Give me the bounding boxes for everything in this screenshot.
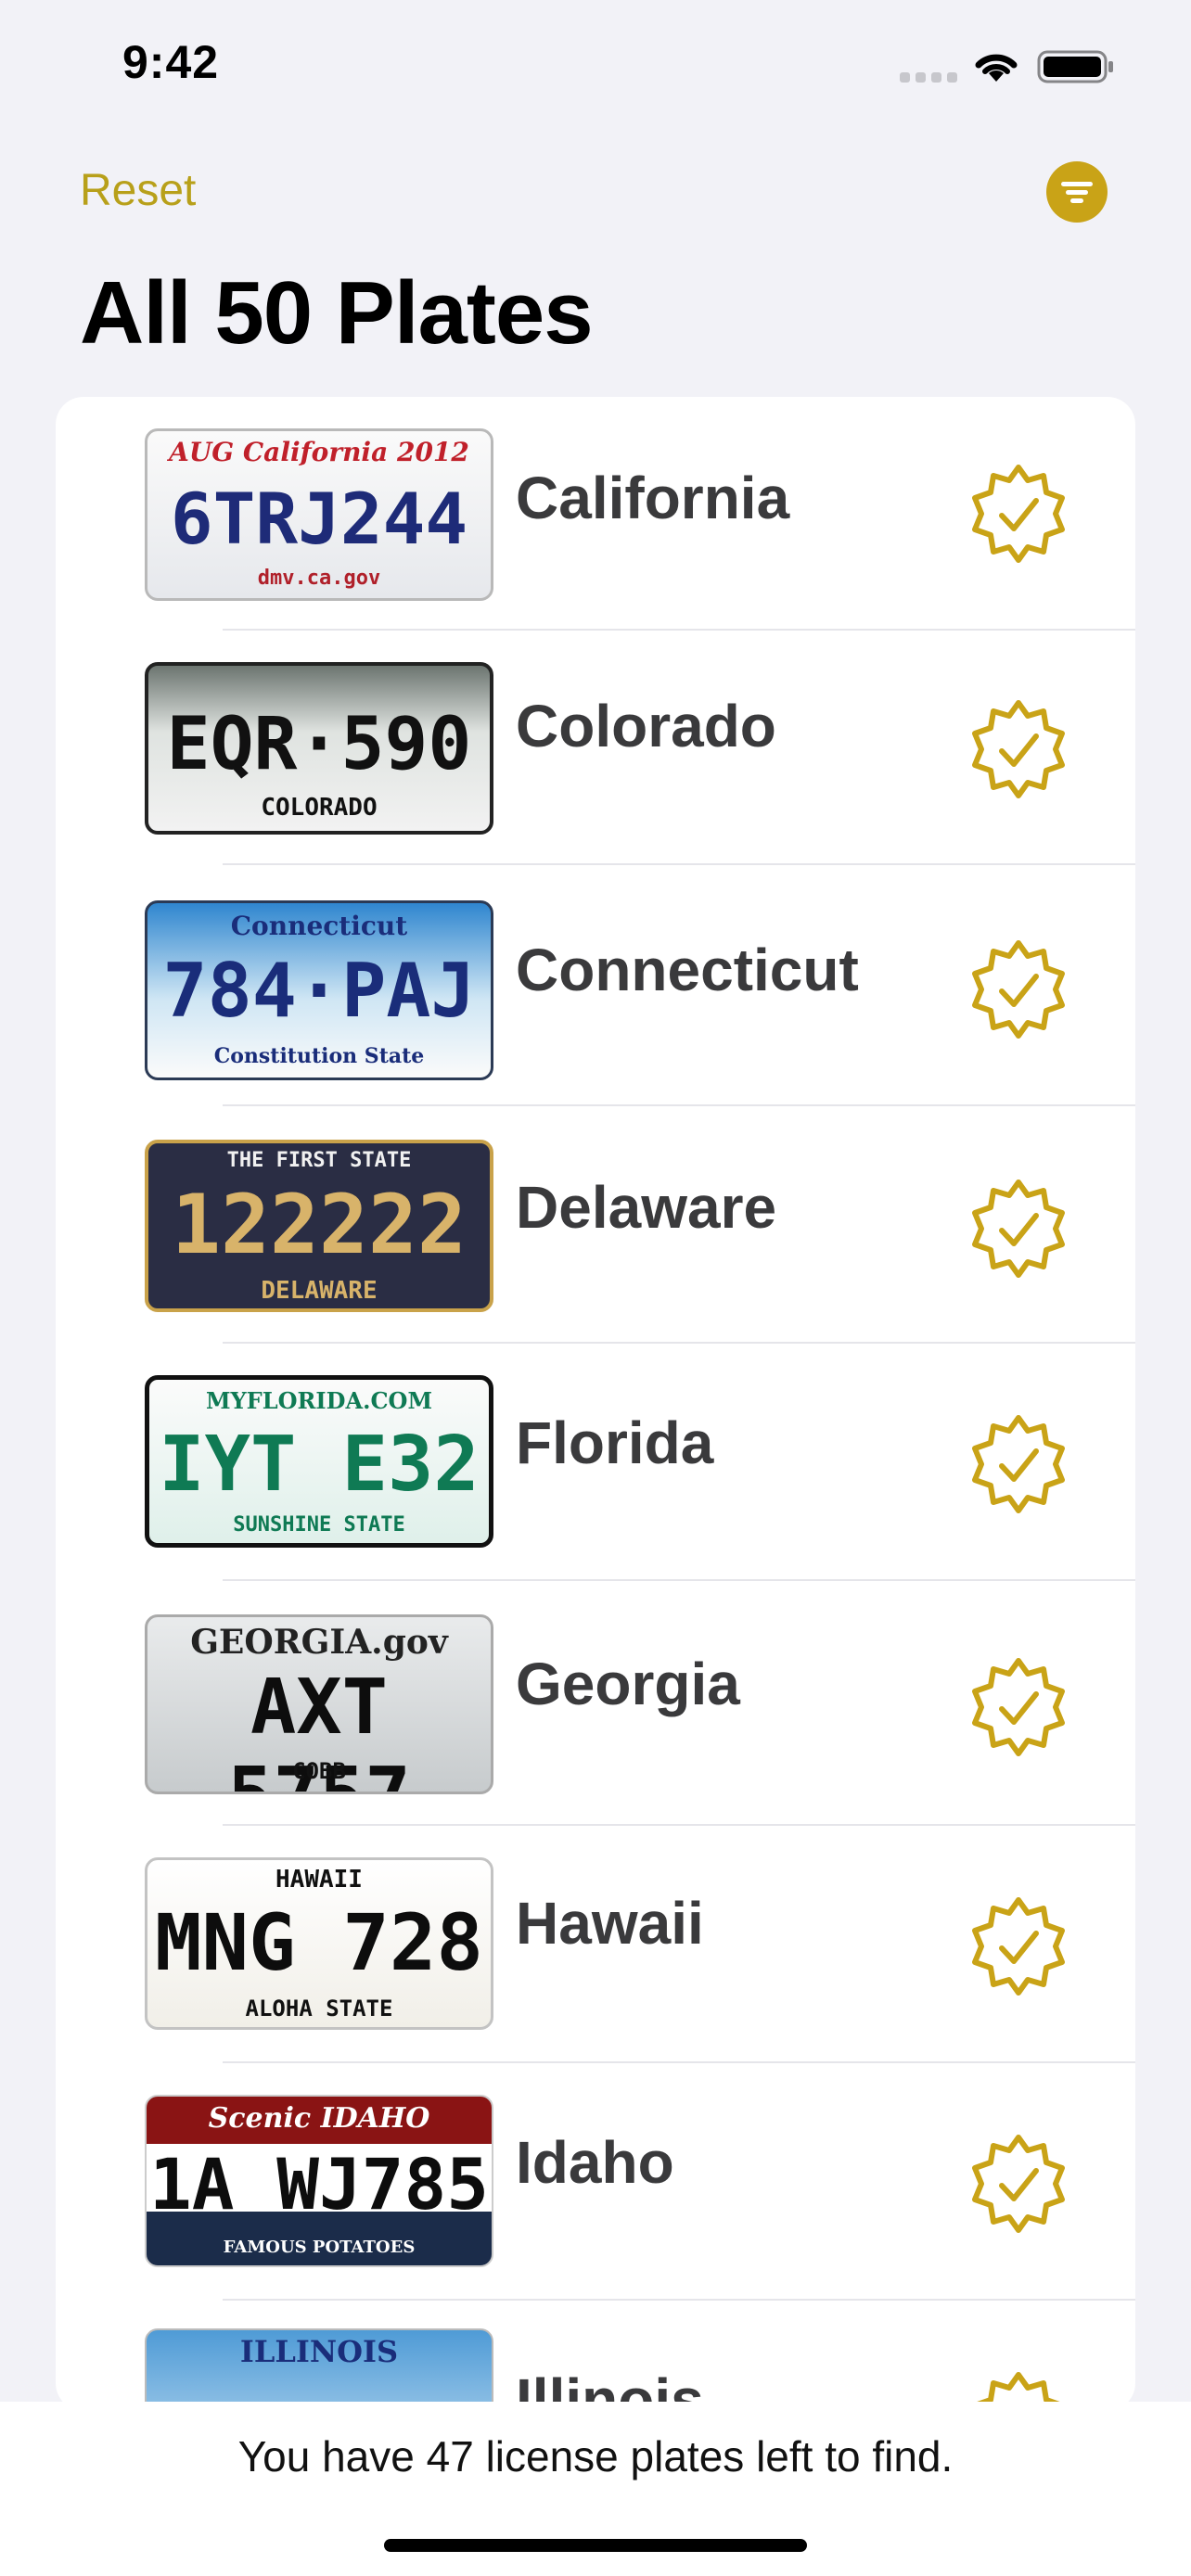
list-item[interactable]: EQR·590 COLORADO Colorado [56, 631, 1135, 865]
plate-image: Connecticut 784·PAJ Constitution State [145, 900, 493, 1080]
bottom-bar: You have 47 license plates left to find. [0, 2402, 1191, 2576]
reset-button[interactable]: Reset [80, 165, 196, 216]
checkmark-seal-icon [972, 1180, 1065, 1278]
plate-image: HAWAII MNG 728 ALOHA STATE [145, 1857, 493, 2030]
list-item[interactable]: MYFLORIDA.COM IYT E32 SUNSHINE STATE Flo… [56, 1344, 1135, 1581]
state-name: Florida [516, 1409, 714, 1476]
checkmark-seal-icon [972, 1897, 1065, 1996]
checkmark-seal-icon [972, 465, 1065, 563]
filter-icon[interactable] [1046, 161, 1108, 223]
state-name: Delaware [516, 1174, 777, 1241]
checkmark-seal-icon [972, 1415, 1065, 1513]
plate-image: MYFLORIDA.COM IYT E32 SUNSHINE STATE [145, 1375, 493, 1548]
list-item[interactable]: ILLINOIS Illinois [56, 2301, 1135, 2411]
status-bar: 9:42 [0, 0, 1191, 130]
plate-image: THE FIRST STATE 122222 DELAWARE [145, 1140, 493, 1312]
plate-image: Scenic IDAHO 1A WJ785 FAMOUS POTATOES [145, 2095, 493, 2267]
remaining-count-text: You have 47 license plates left to find. [237, 2432, 954, 2480]
list-item[interactable]: HAWAII MNG 728 ALOHA STATE Hawaii [56, 1826, 1135, 2063]
state-name: California [516, 465, 790, 531]
list-item[interactable]: THE FIRST STATE 122222 DELAWARE Delaware [56, 1106, 1135, 1344]
list-item[interactable]: Scenic IDAHO 1A WJ785 FAMOUS POTATOES Id… [56, 2063, 1135, 2301]
state-name: Connecticut [516, 937, 859, 1003]
checkmark-seal-icon [972, 2135, 1065, 2233]
state-name: Idaho [516, 2129, 674, 2196]
checkmark-seal-icon [972, 700, 1065, 798]
list-item[interactable]: GEORGIA.gov AXT 5757 COBB Georgia [56, 1581, 1135, 1826]
page-title: All 50 Plates [80, 263, 594, 363]
plate-image: EQR·590 COLORADO [145, 662, 493, 835]
state-name: Hawaii [516, 1890, 704, 1957]
state-name: Georgia [516, 1651, 740, 1717]
battery-icon [1037, 50, 1113, 83]
status-time: 9:42 [122, 36, 220, 88]
checkmark-seal-icon [972, 940, 1065, 1039]
home-indicator[interactable] [384, 2539, 807, 2552]
plate-image: AUG California 2012 6TRJ244 dmv.ca.gov [145, 428, 493, 601]
state-name: Colorado [516, 693, 776, 759]
list-item[interactable]: Connecticut 784·PAJ Constitution State C… [56, 865, 1135, 1106]
cellular-signal-icon [900, 72, 957, 83]
plate-image: ILLINOIS [145, 2328, 493, 2411]
wifi-icon [975, 54, 1018, 82]
list-item[interactable]: AUG California 2012 6TRJ244 dmv.ca.gov C… [56, 397, 1135, 631]
checkmark-seal-icon [972, 1658, 1065, 1756]
plate-image: GEORGIA.gov AXT 5757 COBB [145, 1614, 493, 1794]
plates-list: AUG California 2012 6TRJ244 dmv.ca.gov C… [56, 397, 1135, 2411]
